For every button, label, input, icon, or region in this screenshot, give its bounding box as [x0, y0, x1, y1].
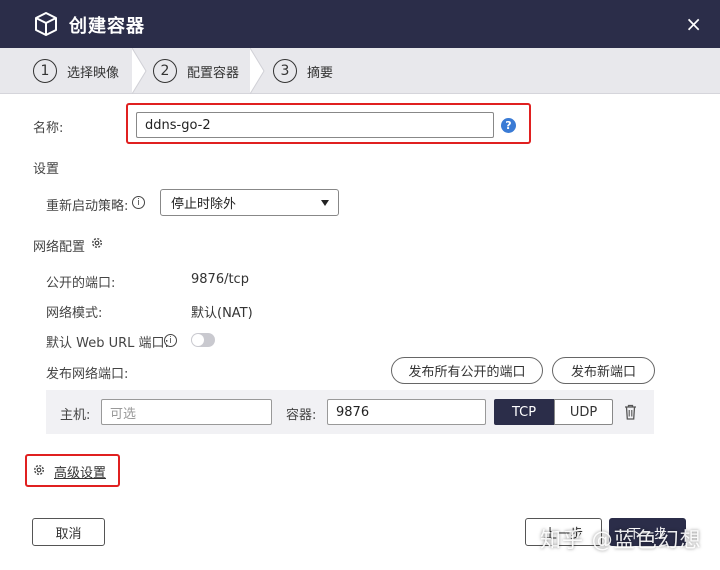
info-icon[interactable]: i [164, 334, 177, 347]
publish-new-port-button[interactable]: 发布新端口 [552, 357, 655, 384]
publish-all-ports-button[interactable]: 发布所有公开的端口 [391, 357, 543, 384]
restart-policy-value: 停止时除外 [171, 197, 237, 212]
tcp-toggle[interactable]: TCP [494, 399, 554, 425]
step-label: 配置容器 [187, 65, 240, 81]
udp-toggle[interactable]: UDP [554, 399, 613, 425]
name-label: 名称: [33, 121, 64, 136]
wizard-steps: 1 选择映像 2 配置容器 3 摘要 [0, 48, 720, 94]
trash-icon[interactable] [624, 404, 637, 420]
dialog-title: 创建容器 [69, 16, 145, 37]
dialog-titlebar: 创建容器 × [0, 0, 720, 48]
step-configure-container[interactable]: 2 配置容器 [153, 48, 239, 94]
advanced-settings-link[interactable]: 高级设置 [54, 462, 106, 481]
gear-icon [33, 464, 45, 476]
step-separator [250, 48, 265, 94]
host-label: 主机: [60, 408, 91, 423]
gear-icon[interactable] [90, 236, 104, 250]
help-icon[interactable]: ? [501, 118, 516, 133]
info-icon[interactable]: i [132, 196, 145, 209]
publish-port-label: 发布网络端口: [46, 367, 129, 382]
dropdown-caret-icon [321, 200, 329, 206]
container-port-label: 容器: [286, 408, 317, 423]
close-icon[interactable]: × [685, 12, 702, 36]
restart-policy-select[interactable]: 停止时除外 [160, 189, 339, 216]
network-mode-value: 默认(NAT) [191, 306, 253, 321]
container-port-input[interactable]: 9876 [327, 399, 486, 425]
public-port-value: 9876/tcp [191, 272, 249, 287]
cube-icon [35, 12, 57, 36]
public-port-label: 公开的端口: [46, 276, 116, 291]
step-number: 3 [273, 59, 297, 83]
create-container-dialog: 创建容器 × 1 选择映像 2 配置容器 3 摘要 名称: ddns-go-2 … [0, 0, 720, 570]
step-label: 选择映像 [67, 65, 120, 81]
step-select-image[interactable]: 1 选择映像 [33, 48, 119, 94]
host-port-input[interactable]: 可选 [101, 399, 272, 425]
step-separator [132, 48, 147, 94]
step-number: 2 [153, 59, 177, 83]
name-input[interactable]: ddns-go-2 [136, 112, 494, 138]
network-heading: 网络配置 [33, 240, 86, 255]
settings-heading: 设置 [33, 162, 60, 177]
network-mode-label: 网络模式: [46, 306, 103, 321]
watermark: 知乎 @蓝色幻想 [540, 528, 702, 552]
step-label: 摘要 [307, 65, 334, 81]
toggle-knob [192, 334, 204, 346]
step-summary[interactable]: 3 摘要 [273, 48, 333, 94]
cancel-button[interactable]: 取消 [32, 518, 105, 546]
restart-policy-label: 重新启动策略: [46, 199, 129, 214]
web-url-toggle[interactable] [191, 333, 215, 347]
web-url-port-label: 默认 Web URL 端口: [46, 336, 169, 351]
step-number: 1 [33, 59, 57, 83]
